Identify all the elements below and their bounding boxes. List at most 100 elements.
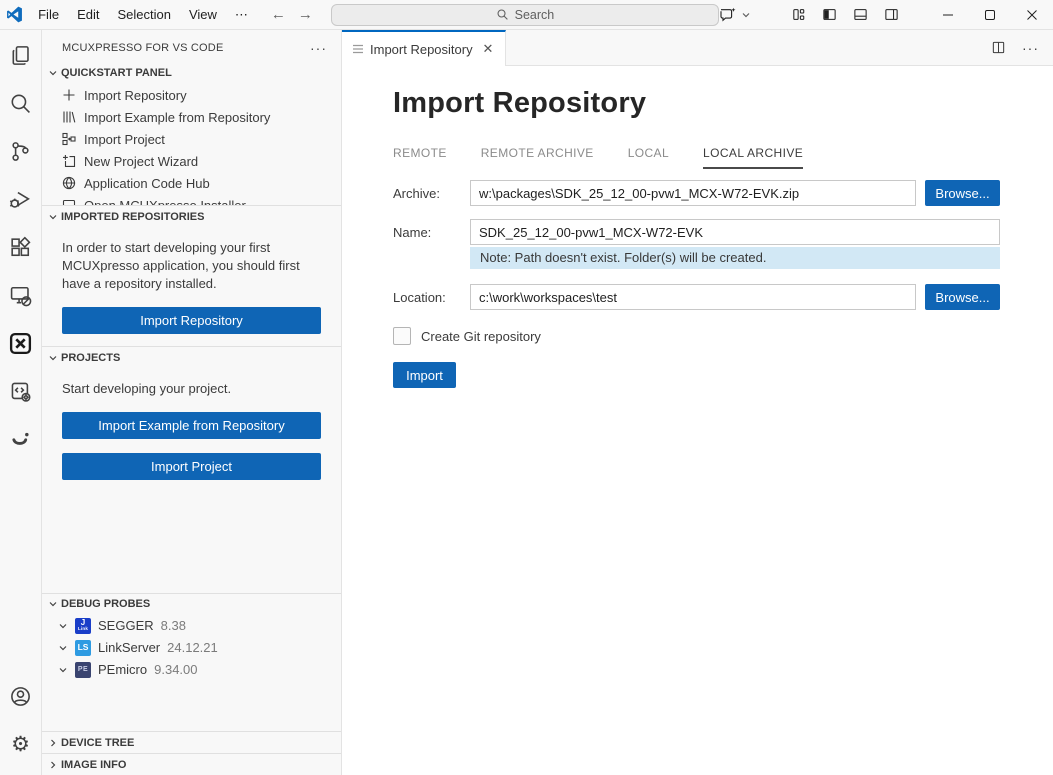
account-icon[interactable] [4,679,38,713]
imported-repositories-description: In order to start developing your first … [42,227,341,295]
import-repository-button[interactable]: Import Repository [62,307,321,334]
mcuxpresso-icon[interactable] [4,326,38,360]
copilot-menu[interactable] [719,6,751,23]
archive-input[interactable] [470,180,916,206]
new-project-icon [61,153,77,169]
chevron-down-icon [45,350,61,366]
run-debug-icon[interactable] [4,182,38,216]
create-git-checkbox[interactable] [393,327,411,345]
menu-selection[interactable]: Selection [108,4,179,26]
sidebar-item-open-mcuxpresso-installer[interactable]: Open MCUXpresso Installer [42,194,341,205]
toggle-primary-sidebar-icon[interactable] [822,7,837,22]
path-note: Note: Path doesn't exist. Folder(s) will… [470,247,1000,269]
section-debug-probes[interactable]: DEBUG PROBES [42,593,341,615]
config-tools-icon[interactable] [4,374,38,408]
chevron-down-icon [45,209,61,225]
history-forward-icon[interactable]: → [298,6,313,23]
globe-icon [61,175,77,191]
split-editor-icon[interactable] [991,40,1006,55]
customize-layout-icon[interactable] [791,7,806,22]
titlebar: File Edit Selection View ⋯ ← → Search [0,0,1053,30]
probe-pemicro[interactable]: PE PEmicro 9.34.00 [42,659,341,681]
sidebar-title: MCUXPRESSO FOR VS CODE [62,42,310,54]
section-quickstart-panel[interactable]: QUICKSTART PANEL [42,62,341,84]
vscode-logo [0,6,29,23]
tab-local[interactable]: LOCAL [628,146,669,169]
page-title: Import Repository [393,87,1053,120]
section-image-info[interactable]: IMAGE INFO [42,753,341,775]
chevron-right-icon [45,757,61,773]
menu-more[interactable]: ⋯ [226,4,257,26]
search-input[interactable]: Search [331,4,719,26]
tab-remote[interactable]: REMOTE [393,146,447,169]
settings-gear-icon[interactable]: ⚙ [4,727,38,761]
import-repository-page: Import Repository REMOTE REMOTE ARCHIVE … [342,66,1053,775]
minimize-icon[interactable] [927,0,969,30]
sidebar: MCUXPRESSO FOR VS CODE ··· QUICKSTART PA… [42,30,342,775]
editor-more-actions-icon[interactable]: ··· [1022,40,1039,56]
installer-icon [61,197,77,205]
name-input[interactable] [470,219,1000,245]
library-icon [61,109,77,125]
archive-label: Archive: [393,186,470,201]
section-imported-repositories[interactable]: IMPORTED REPOSITORIES [42,205,341,227]
toggle-panel-icon[interactable] [853,7,868,22]
import-form: Archive: Browse... Name: Note: Path does… [393,180,1000,388]
tab-import-repository[interactable]: Import Repository ✕ [342,30,506,66]
peripherals-icon[interactable] [4,422,38,456]
location-input[interactable] [470,284,916,310]
probe-linkserver[interactable]: LS LinkServer 24.12.21 [42,637,341,659]
chevron-down-icon [45,596,61,612]
jlink-icon: JLink [75,618,91,634]
extensions-icon[interactable] [4,230,38,264]
editor-tab-bar: Import Repository ✕ ··· [342,30,1053,66]
search-icon [496,8,509,21]
tab-close-icon[interactable]: ✕ [479,40,497,58]
source-control-icon[interactable] [4,134,38,168]
chevron-right-icon [45,735,61,751]
sidebar-item-new-project-wizard[interactable]: New Project Wizard [42,150,341,172]
search-view-icon[interactable] [4,86,38,120]
remote-explorer-icon[interactable] [4,278,38,312]
name-label: Name: [393,225,470,240]
section-device-tree[interactable]: DEVICE TREE [42,731,341,753]
chevron-down-icon [55,662,71,678]
sidebar-item-import-project[interactable]: Import Project [42,128,341,150]
toggle-secondary-sidebar-icon[interactable] [884,7,899,22]
editor-area: Import Repository ✕ ··· Import Repositor… [342,30,1053,775]
projects-description: Start developing your project. [42,368,341,400]
files-icon[interactable] [4,38,38,72]
pemicro-icon: PE [75,662,91,678]
history-back-icon[interactable]: ← [271,6,286,23]
probe-segger[interactable]: JLink SEGGER 8.38 [42,615,341,637]
close-icon[interactable] [1011,0,1053,30]
webview-icon [352,44,364,54]
archive-browse-button[interactable]: Browse... [925,180,1000,206]
tab-remote-archive[interactable]: REMOTE ARCHIVE [481,146,594,169]
sidebar-item-import-example[interactable]: Import Example from Repository [42,106,341,128]
location-browse-button[interactable]: Browse... [925,284,1000,310]
page-tabs: REMOTE REMOTE ARCHIVE LOCAL LOCAL ARCHIV… [393,146,1053,169]
import-project-icon [61,131,77,147]
chevron-down-icon [741,10,751,20]
copilot-icon [719,6,738,23]
import-project-button[interactable]: Import Project [62,453,321,480]
tab-local-archive[interactable]: LOCAL ARCHIVE [703,146,803,169]
menu-file[interactable]: File [29,4,68,26]
sidebar-item-application-code-hub[interactable]: Application Code Hub [42,172,341,194]
maximize-icon[interactable] [969,0,1011,30]
menu-view[interactable]: View [180,4,226,26]
import-example-button[interactable]: Import Example from Repository [62,412,321,439]
import-button[interactable]: Import [393,362,456,388]
sidebar-more-actions[interactable]: ··· [310,40,327,56]
chevron-down-icon [55,640,71,656]
chevron-down-icon [45,65,61,81]
linkserver-icon: LS [75,640,91,656]
menu-edit[interactable]: Edit [68,4,108,26]
chevron-down-icon [55,618,71,634]
sidebar-item-import-repository[interactable]: Import Repository [42,84,341,106]
plus-icon [61,87,77,103]
section-projects[interactable]: PROJECTS [42,346,341,368]
location-label: Location: [393,290,470,305]
search-placeholder: Search [515,8,555,22]
